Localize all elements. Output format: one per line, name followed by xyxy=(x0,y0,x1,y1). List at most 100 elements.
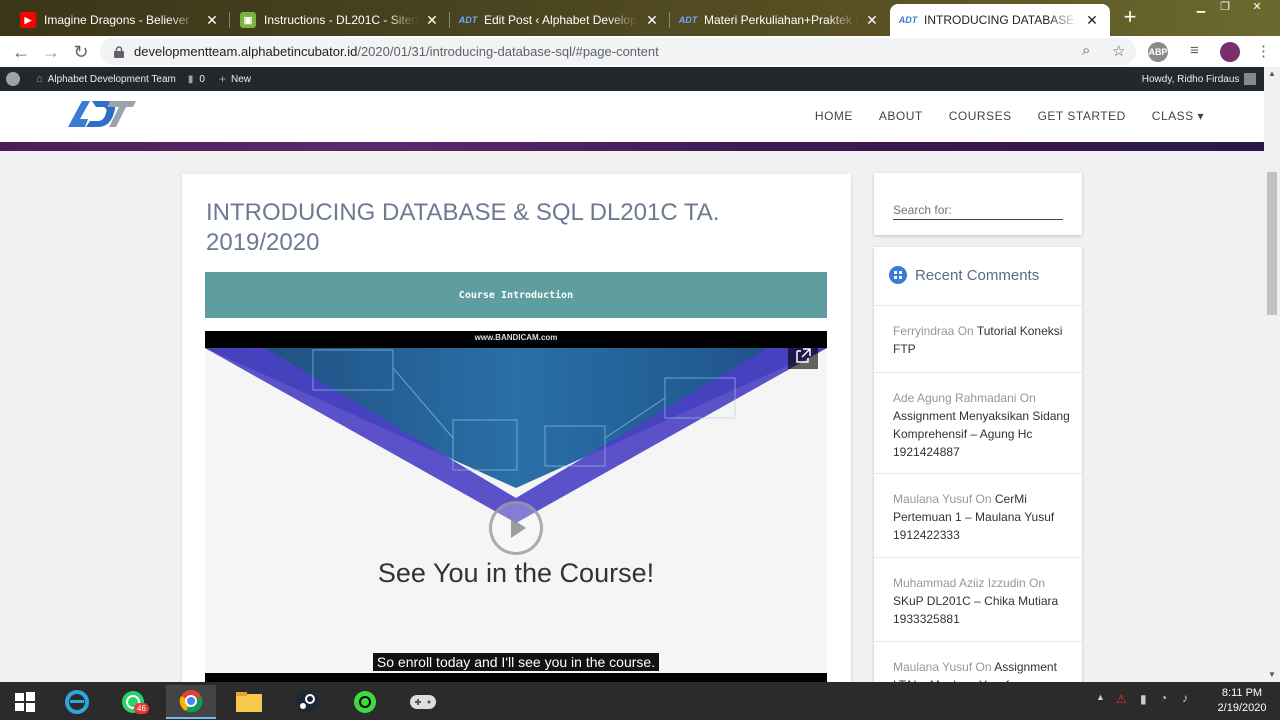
minimize-icon[interactable]: ▁ xyxy=(1190,0,1212,16)
restore-icon[interactable]: ❐ xyxy=(1214,0,1236,16)
admin-site-link[interactable]: ⌂ Alphabet Development Team xyxy=(36,73,176,85)
admin-comments-link[interactable]: ▮ 0 xyxy=(188,74,205,85)
game-launcher-icon[interactable] xyxy=(340,685,390,719)
comment-author[interactable]: Maulana Yusuf xyxy=(893,660,972,674)
hero-banner-strip xyxy=(0,142,1264,151)
gamepad-icon[interactable] xyxy=(398,685,448,719)
site-header: HOME ABOUT COURSES GET STARTED CLASS ▾ xyxy=(0,91,1264,142)
search-widget xyxy=(874,173,1082,235)
tray-overflow-icon[interactable]: ▲ xyxy=(1096,692,1105,702)
nav-home[interactable]: HOME xyxy=(815,109,853,123)
url-path: /2020/01/31/introducing-database-sql/#pa… xyxy=(357,44,659,59)
address-bar[interactable]: developmentteam.alphabetincubator.id/202… xyxy=(100,38,1136,65)
tab-title: INTRODUCING DATABASE & SQ xyxy=(924,13,1078,27)
close-window-icon[interactable]: ✕ xyxy=(1246,0,1268,16)
comment-author[interactable]: Ferryindraa xyxy=(893,324,954,338)
clock-time: 8:11 PM xyxy=(1221,687,1263,699)
file-explorer-icon[interactable] xyxy=(224,685,274,719)
tab-title: Imagine Dragons - Believer xyxy=(44,13,190,27)
comments-grid-icon xyxy=(889,266,907,284)
comment-author[interactable]: Muhammad Aziiz Izzudin xyxy=(893,576,1026,590)
menu-icon[interactable]: ⋮ xyxy=(1256,42,1271,60)
scroll-up-icon[interactable]: ▲ xyxy=(1268,69,1276,78)
network-warning-icon[interactable]: ⚠ xyxy=(1116,692,1127,706)
recent-comments-widget: Recent Comments Ferryindraa On Tutorial … xyxy=(874,247,1082,697)
tab-instructions[interactable]: ▣ Instructions - DL201C - Sitem It ✕ xyxy=(230,4,450,36)
nav-about[interactable]: ABOUT xyxy=(879,109,923,123)
comment-author[interactable]: Ade Agung Rahmadani xyxy=(893,391,1016,405)
tab-title: Edit Post ‹ Alphabet Developme xyxy=(484,13,638,27)
page-scrollbar[interactable]: ▲ ▼ xyxy=(1264,67,1280,682)
scroll-thumb[interactable] xyxy=(1267,172,1277,315)
main-navigation: HOME ABOUT COURSES GET STARTED CLASS ▾ xyxy=(789,91,1204,141)
comment-on-word: On xyxy=(957,324,974,338)
battery-icon[interactable]: ▮ xyxy=(1140,692,1147,706)
new-tab-button[interactable]: + xyxy=(1118,6,1142,30)
close-icon[interactable]: ✕ xyxy=(424,12,440,29)
external-link-icon[interactable] xyxy=(788,343,818,369)
youtube-icon: ▶ xyxy=(20,12,36,28)
tab-imagine-dragons[interactable]: ▶ Imagine Dragons - Believer ✕ xyxy=(10,4,230,36)
adt-icon: ADT xyxy=(678,15,698,25)
nav-get-started[interactable]: GET STARTED xyxy=(1038,109,1126,123)
video-watermark: www.BANDICAM.com xyxy=(474,333,558,342)
admin-new-link[interactable]: + New xyxy=(219,72,251,86)
user-avatar xyxy=(1244,73,1257,85)
whatsapp-icon[interactable]: 46 xyxy=(108,685,158,719)
forward-icon[interactable]: → xyxy=(38,39,64,65)
windows-start-icon[interactable] xyxy=(0,685,50,719)
windows-taskbar: 46 ▲ ⚠ ▮ ◔ ♪ 8:11 PM 2/19/2020 xyxy=(0,682,1280,720)
adt-icon: ADT xyxy=(898,15,918,25)
wp-admin-bar: ⌂ Alphabet Development Team ▮ 0 + New Ho… xyxy=(0,67,1280,91)
close-icon[interactable]: ✕ xyxy=(864,12,880,29)
scroll-down-icon[interactable]: ▼ xyxy=(1268,670,1276,679)
zoom-icon[interactable]: ⌕ xyxy=(1082,42,1090,59)
back-icon[interactable]: ← xyxy=(8,39,34,65)
tab-materi[interactable]: ADT Materi Perkuliahan+Praktek DL ✕ xyxy=(670,4,890,36)
volume-icon[interactable]: ♪ xyxy=(1182,691,1188,705)
comment-on-word: On xyxy=(1029,576,1046,590)
comment-on-word: On xyxy=(975,492,992,506)
comment-author[interactable]: Maulana Yusuf xyxy=(893,492,972,506)
video-frame: See You in the Course! xyxy=(205,348,827,673)
caption-text: So enroll today and I'll see you in the … xyxy=(372,653,660,671)
tab-edit-post[interactable]: ADT Edit Post ‹ Alphabet Developme ✕ xyxy=(450,4,670,36)
home-icon: ⌂ xyxy=(36,73,43,85)
comment-on-word: On xyxy=(1019,391,1036,405)
chrome-icon[interactable] xyxy=(166,685,216,719)
comment-post-link[interactable]: SKuP DL201C – Chika Mutiara 1933325881 xyxy=(893,594,1058,626)
video-player[interactable]: www.BANDICAM.com See You in the Course! … xyxy=(205,331,827,683)
comment-post-link[interactable]: Assignment Menyaksikan Sidang Komprehens… xyxy=(893,409,1070,459)
video-headline: See You in the Course! xyxy=(377,558,655,588)
post-title: INTRODUCING DATABASE & SQL DL201C TA. 20… xyxy=(206,199,720,256)
site-logo[interactable] xyxy=(66,97,136,129)
close-icon[interactable]: ✕ xyxy=(644,12,660,29)
close-icon[interactable]: ✕ xyxy=(204,12,220,29)
recent-comments-title: Recent Comments xyxy=(915,266,1040,284)
steam-icon[interactable] xyxy=(282,685,332,719)
system-clock[interactable]: 8:11 PM 2/19/2020 xyxy=(1210,686,1274,716)
plus-icon: + xyxy=(218,72,226,86)
bookmark-star-icon[interactable]: ☆ xyxy=(1112,42,1125,60)
adblock-icon[interactable]: ABP xyxy=(1148,42,1168,62)
video-caption: So enroll today and I'll see you in the … xyxy=(205,653,827,672)
nav-courses[interactable]: COURSES xyxy=(949,109,1012,123)
tab-introducing-database[interactable]: ADT INTRODUCING DATABASE & SQ ✕ xyxy=(890,4,1110,36)
lock-icon xyxy=(114,45,124,58)
reload-icon[interactable]: ↻ xyxy=(68,39,94,65)
tab-title: Materi Perkuliahan+Praktek DL xyxy=(704,13,858,27)
play-button[interactable] xyxy=(489,501,543,555)
admin-account-link[interactable]: Howdy, Ridho Firdaus xyxy=(1142,73,1257,85)
media-queue-icon[interactable]: ≡ xyxy=(1190,42,1199,59)
search-input[interactable] xyxy=(893,200,1063,220)
wifi-icon[interactable]: ◔ xyxy=(1160,691,1167,705)
profile-avatar[interactable] xyxy=(1220,42,1240,62)
tab-title: Instructions - DL201C - Sitem It xyxy=(264,13,418,27)
wordpress-icon[interactable] xyxy=(6,72,26,86)
close-icon[interactable]: ✕ xyxy=(1084,12,1100,29)
recent-comments-heading: Recent Comments xyxy=(889,266,1039,284)
site-name: Alphabet Development Team xyxy=(47,73,176,85)
whatsapp-badge: 46 xyxy=(134,703,149,714)
nav-class[interactable]: CLASS ▾ xyxy=(1152,109,1204,123)
internet-explorer-icon[interactable] xyxy=(52,685,102,719)
